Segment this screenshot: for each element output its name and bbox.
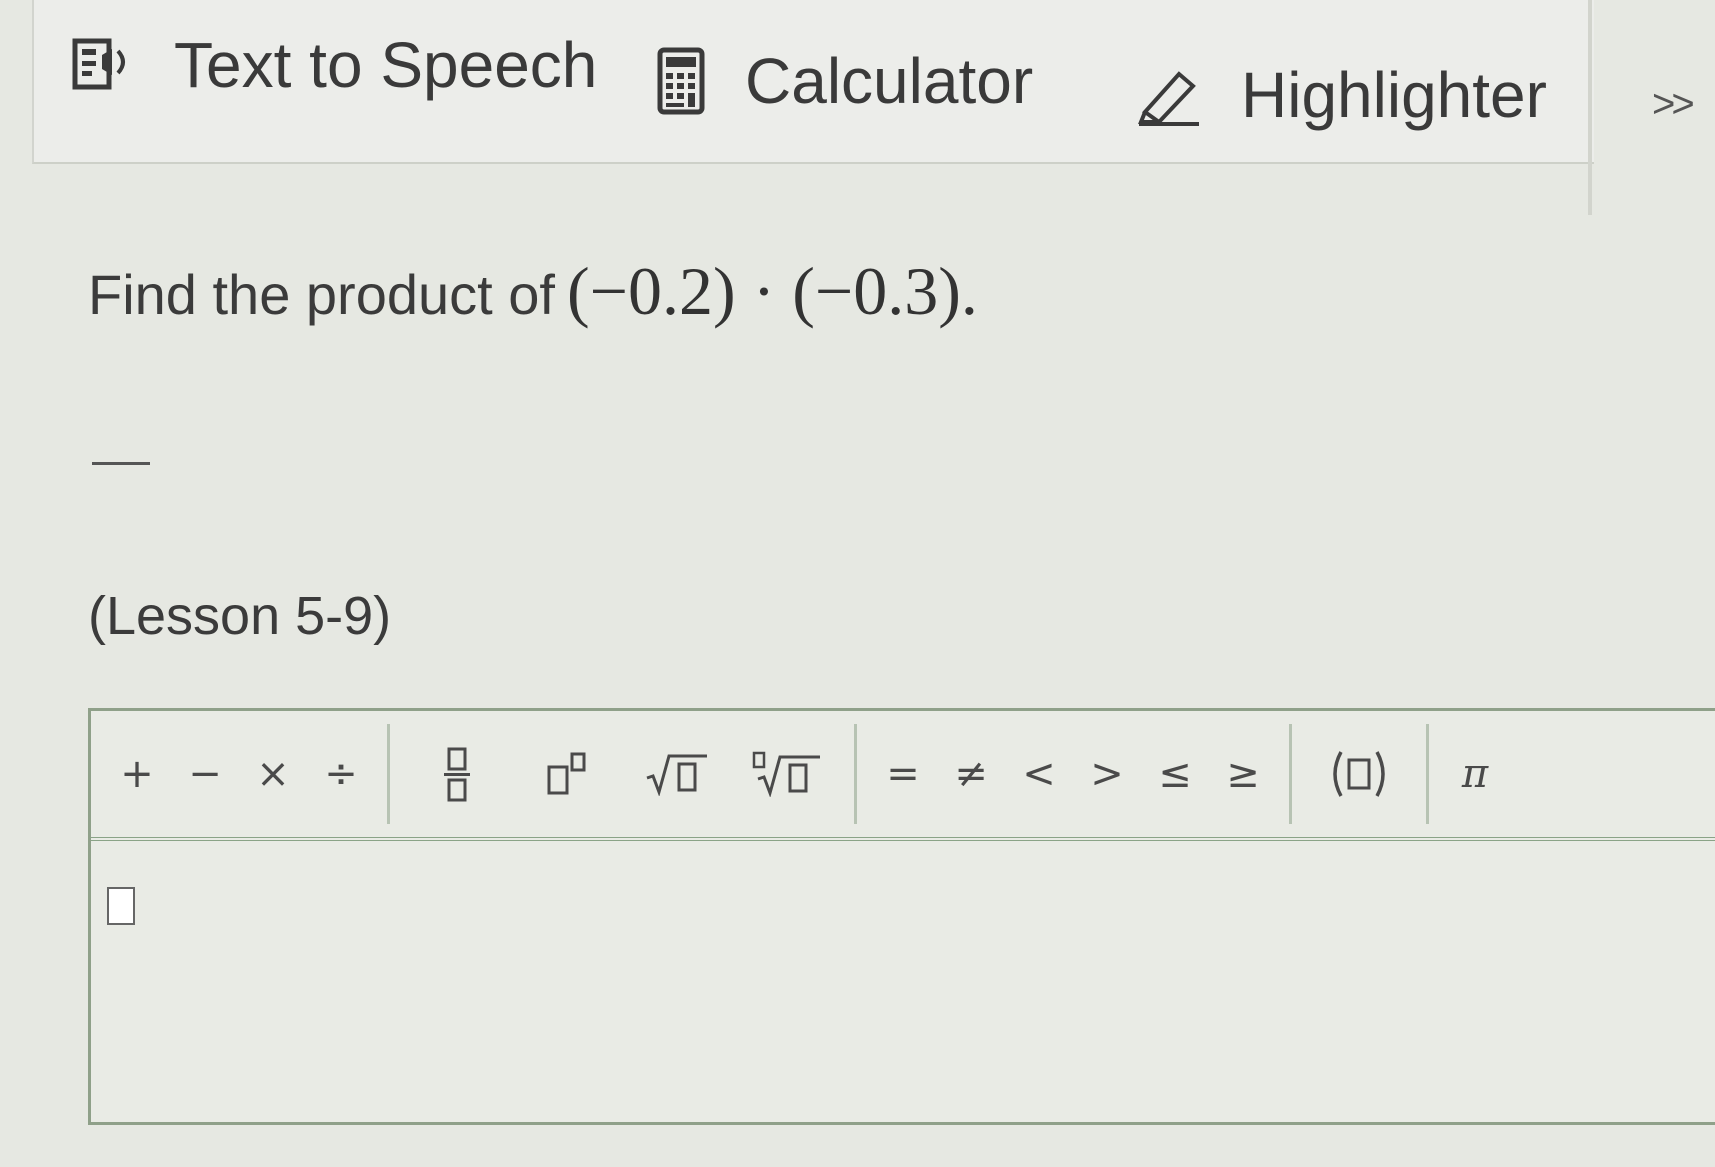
operators-group: + − × ÷ xyxy=(91,724,390,824)
nth-root-button[interactable] xyxy=(732,734,842,814)
minus-button[interactable]: − xyxy=(171,734,239,814)
square-root-icon xyxy=(646,754,707,796)
equals-button[interactable]: = xyxy=(869,734,937,814)
text-to-speech-button[interactable]: Text to Speech xyxy=(72,28,597,102)
square-root-button[interactable] xyxy=(622,734,732,814)
text-to-speech-label: Text to Speech xyxy=(174,29,598,101)
exponent-icon xyxy=(547,752,586,795)
speaker-icon xyxy=(72,37,134,93)
calculator-label: Calculator xyxy=(745,45,1034,117)
more-tools-button[interactable]: >> xyxy=(1652,82,1695,127)
plus-button[interactable]: + xyxy=(103,734,171,814)
pi-button[interactable]: π xyxy=(1441,734,1509,814)
input-placeholder-box[interactable] xyxy=(107,887,135,925)
exponent-button[interactable] xyxy=(512,734,622,814)
relations-group: = ≠ < > ≤ ≥ xyxy=(857,724,1292,824)
toolbar-divider xyxy=(1588,0,1592,215)
less-equal-button[interactable]: ≤ xyxy=(1141,734,1209,814)
fraction-icon xyxy=(444,747,470,802)
calculator-icon xyxy=(657,47,705,115)
calculator-button[interactable]: Calculator xyxy=(657,44,1033,118)
parentheses-icon xyxy=(1333,751,1385,797)
fraction-button[interactable] xyxy=(402,734,512,814)
templates-group xyxy=(390,724,857,824)
tools-toolbar: Text to Speech Calculator Highlighter xyxy=(32,0,1594,164)
constants-group: π xyxy=(1429,724,1521,824)
less-than-button[interactable]: < xyxy=(1005,734,1073,814)
nth-root-icon xyxy=(752,751,820,797)
highlighter-label: Highlighter xyxy=(1241,59,1547,131)
answer-blank-line xyxy=(92,462,150,465)
divide-button[interactable]: ÷ xyxy=(307,734,375,814)
highlighter-button[interactable]: Highlighter xyxy=(1137,58,1547,132)
math-answer-editor: + − × ÷ = ≠ < > ≤ ≥ π xyxy=(88,708,1715,1125)
grouping-group xyxy=(1292,724,1429,824)
not-equal-button[interactable]: ≠ xyxy=(937,734,1005,814)
greater-equal-button[interactable]: ≥ xyxy=(1209,734,1277,814)
answer-input[interactable] xyxy=(91,841,1715,1126)
question-text: Find the product of (−0.2) · (−0.3). xyxy=(88,252,978,331)
lesson-reference: (Lesson 5-9) xyxy=(88,586,392,646)
question-prompt: Find the product of xyxy=(88,263,555,326)
math-toolbar: + − × ÷ = ≠ < > ≤ ≥ π xyxy=(91,711,1715,841)
greater-than-button[interactable]: > xyxy=(1073,734,1141,814)
highlighter-icon xyxy=(1137,64,1201,126)
parentheses-button[interactable] xyxy=(1304,734,1414,814)
times-button[interactable]: × xyxy=(239,734,307,814)
question-expression: (−0.2) · (−0.3). xyxy=(566,253,978,329)
